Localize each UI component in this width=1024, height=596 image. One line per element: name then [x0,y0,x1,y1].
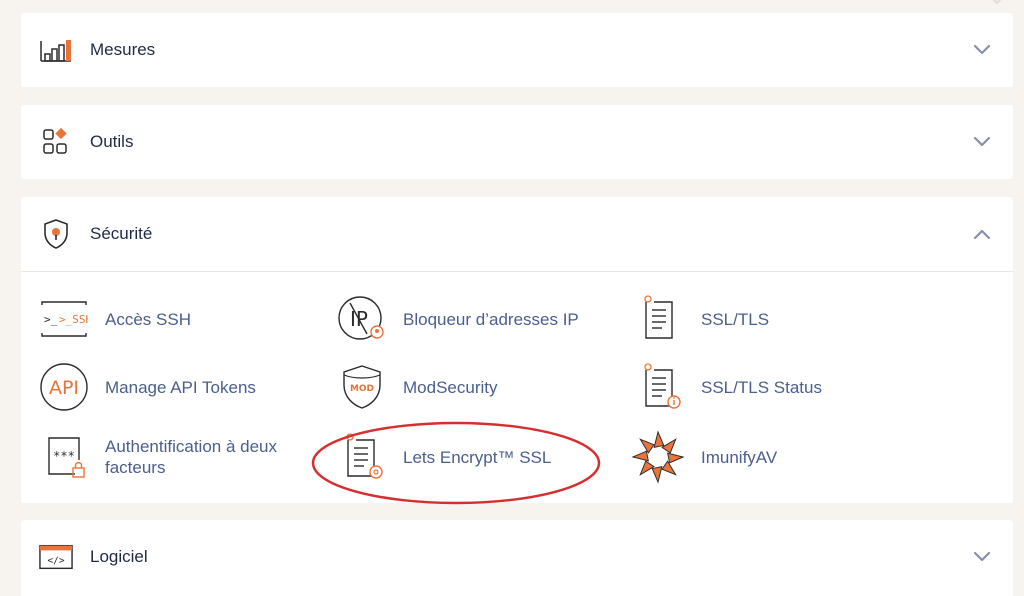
twofa-icon-text: *** [53,449,75,463]
tool-label: Accès SSH [105,309,191,329]
tool-label: ImunifyAV [701,447,778,467]
chevron-down-icon[interactable] [973,44,991,56]
code-window-icon: </> [39,540,73,574]
tool-ssh-access[interactable]: >_ >_SSH Accès SSH [39,294,191,344]
two-factor-lock-icon: *** [39,432,89,482]
ssh-icon-text: >_SSH [59,313,88,326]
chevron-down-icon[interactable] [973,551,991,563]
certificate-gear-icon [337,432,387,482]
tool-ip-blocker[interactable]: IP Bloqueur d’adresses IP [337,294,579,344]
tool-lets-encrypt-ssl[interactable]: Lets Encrypt™ SSL [337,432,551,482]
panel-logiciel: </> Logiciel [21,520,1013,596]
chevron-down-icon[interactable] [973,136,991,148]
panel-securite: Sécurité >_ >_SSH Accès SSH API [21,197,1013,503]
api-icon: API [39,362,89,412]
tool-label: Authentification à deux facteurs [105,437,278,477]
tool-modsecurity[interactable]: MOD ModSecurity [337,362,497,412]
ip-blocker-icon: IP [337,294,387,344]
modsecurity-shield-icon: MOD [337,362,387,412]
svg-text:</>: </> [47,556,64,567]
tool-label: Lets Encrypt™ SSL [403,447,552,467]
panel-header-logiciel[interactable]: </> Logiciel [21,520,1013,594]
tool-api-tokens[interactable]: API Manage API Tokens [39,362,256,412]
panel-title-mesures: Mesures [90,40,156,59]
tools-grid-icon [39,125,73,159]
scroll-indicator-icon [992,0,1002,5]
tool-label: ModSecurity [403,377,498,397]
tool-label: Bloqueur d’adresses IP [403,309,579,329]
svg-text:>_: >_ [44,313,58,326]
bar-chart-icon [39,33,73,67]
certificate-icon [635,294,685,344]
terminal-icon: >_ >_SSH [39,294,89,344]
tool-two-factor-auth[interactable]: *** Authentification à deux facteurs [39,432,315,482]
tool-ssl-tls-status[interactable]: SSL/TLS Status [635,362,822,412]
certificate-info-icon [635,362,685,412]
api-icon-text: API [49,377,79,399]
tool-ssl-tls[interactable]: SSL/TLS [635,294,769,344]
tool-imunifyav[interactable]: ImunifyAV [631,430,778,484]
panel-mesures: Mesures [21,13,1013,87]
modsec-icon-text: MOD [350,384,374,394]
panel-body-securite: >_ >_SSH Accès SSH API Manage API Tokens… [21,271,1013,503]
imunifyav-logo-icon [631,430,685,484]
tool-label: Manage API Tokens [105,377,256,397]
tool-label: SSL/TLS [701,309,770,329]
panel-header-securite[interactable]: Sécurité [21,197,1013,271]
panel-header-mesures[interactable]: Mesures [21,13,1013,87]
panel-header-outils[interactable]: Outils [21,105,1013,179]
panel-title-outils: Outils [90,132,134,151]
shield-icon [39,217,73,251]
chevron-up-icon[interactable] [973,228,991,240]
panel-title-securite: Sécurité [90,224,153,243]
panel-title-logiciel: Logiciel [90,547,148,566]
tool-label: SSL/TLS Status [701,377,822,397]
panel-outils: Outils [21,105,1013,179]
